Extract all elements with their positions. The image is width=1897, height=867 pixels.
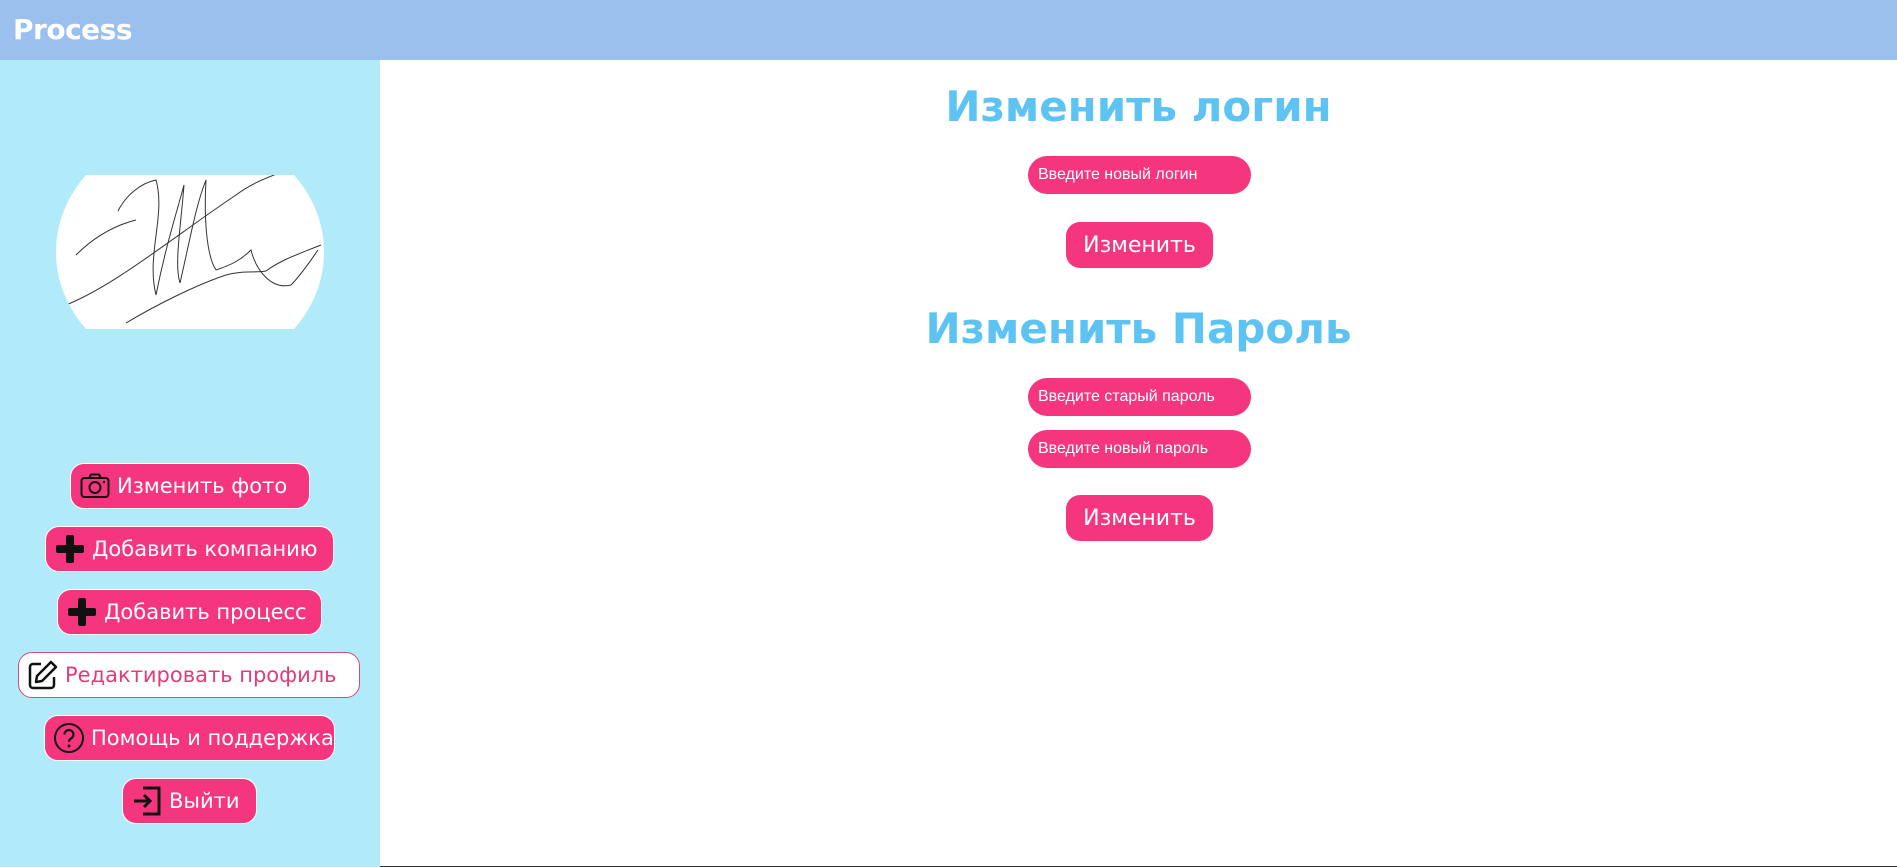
brand-title: Process (13, 13, 133, 46)
edit-profile-label: Редактировать профиль (65, 663, 337, 687)
plus-icon (54, 533, 86, 565)
edit-icon (27, 659, 59, 691)
camera-icon (79, 470, 111, 502)
change-photo-label: Изменить фото (117, 474, 288, 498)
add-company-button[interactable]: Добавить компанию (45, 526, 334, 572)
edit-profile-button[interactable]: Редактировать профиль (18, 652, 360, 698)
logout-button[interactable]: Выйти (122, 778, 257, 824)
help-icon (53, 722, 85, 754)
top-header: Process (0, 0, 1897, 60)
plus-icon (66, 596, 98, 628)
logout-icon (131, 785, 163, 817)
avatar (56, 175, 324, 329)
help-support-label: Помощь и поддержка (91, 726, 334, 750)
new-password-input[interactable] (1028, 430, 1251, 468)
change-login-title: Изменить логин (945, 82, 1332, 131)
signature-image (65, 175, 322, 324)
change-photo-button[interactable]: Изменить фото (70, 463, 310, 509)
old-password-input[interactable] (1028, 378, 1251, 416)
new-login-input[interactable] (1028, 156, 1251, 194)
add-company-label: Добавить компанию (92, 537, 318, 561)
add-process-button[interactable]: Добавить процесс (57, 589, 322, 635)
change-password-button[interactable]: Изменить (1066, 495, 1213, 541)
add-process-label: Добавить процесс (104, 600, 307, 624)
logout-label: Выйти (169, 789, 240, 813)
change-password-title: Изменить Пароль (925, 304, 1352, 353)
help-support-button[interactable]: Помощь и поддержка (44, 715, 335, 761)
change-login-button[interactable]: Изменить (1066, 222, 1213, 268)
